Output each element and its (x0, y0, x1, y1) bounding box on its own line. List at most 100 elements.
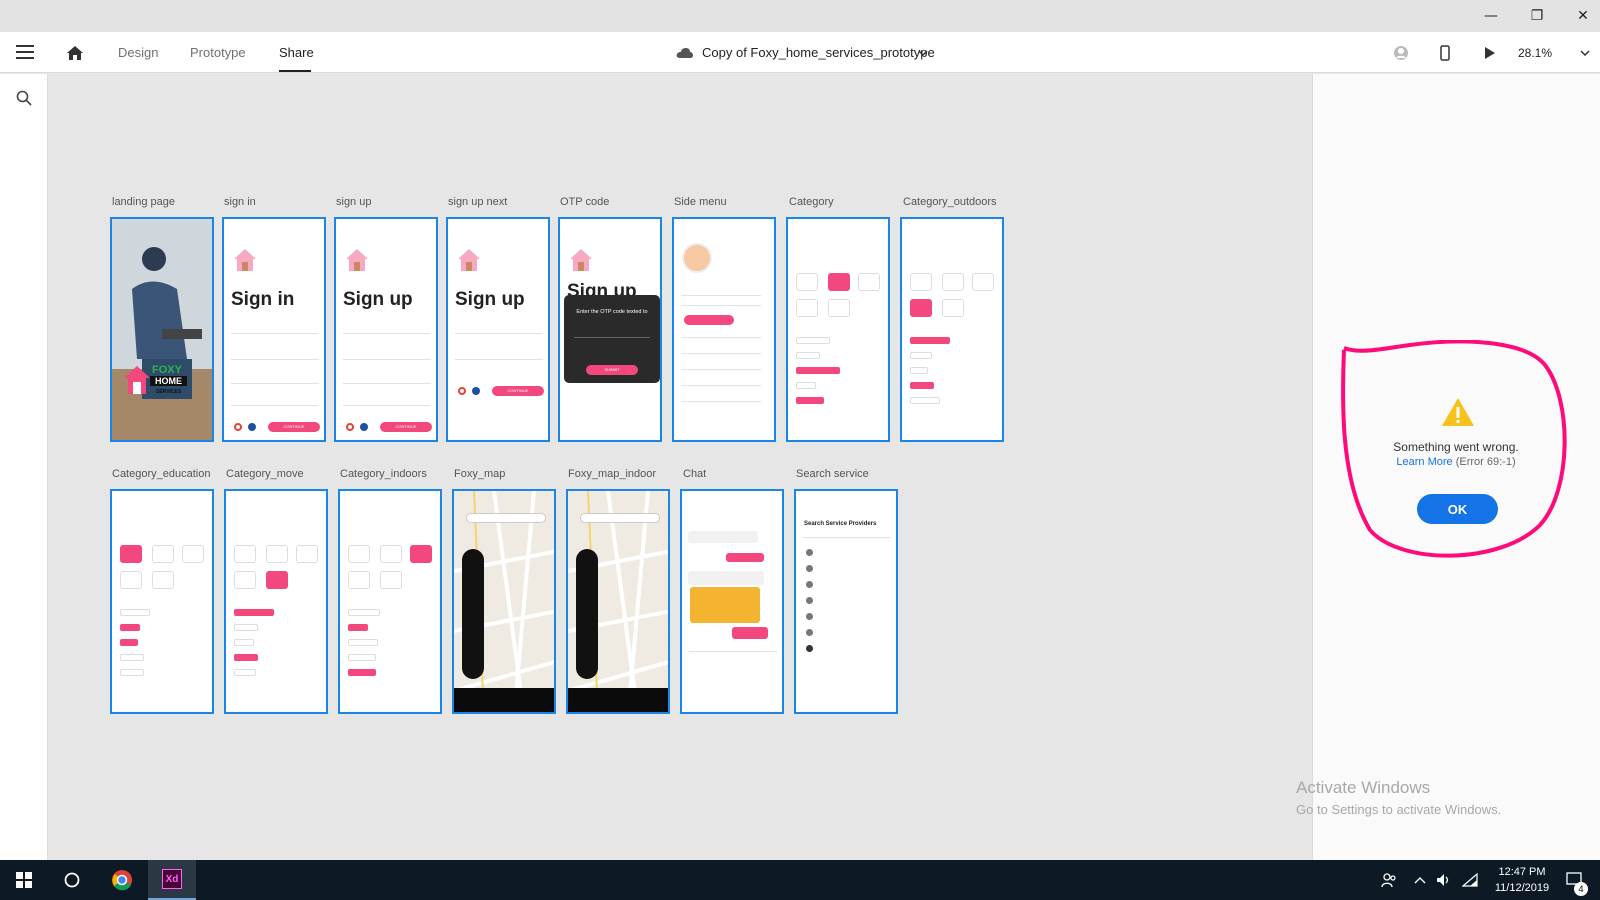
map-search-input[interactable] (580, 513, 660, 523)
home-icon[interactable] (66, 32, 84, 73)
category-tile[interactable] (910, 299, 932, 317)
map-search-input[interactable] (466, 513, 546, 523)
ok-button[interactable]: OK (1417, 494, 1498, 524)
category-tile[interactable] (120, 571, 142, 589)
people-icon[interactable] (1374, 860, 1404, 900)
category-tile[interactable] (348, 571, 370, 589)
option-chip[interactable] (348, 624, 368, 631)
option-chip[interactable] (120, 654, 144, 661)
continue-button[interactable]: CONTINUE (492, 386, 544, 396)
message-input[interactable] (689, 651, 777, 652)
artboard-foxy-map-indoor[interactable] (566, 489, 670, 714)
artboard-chat[interactable] (680, 489, 784, 714)
cortana-icon[interactable] (52, 860, 92, 900)
option-chip[interactable] (910, 337, 950, 344)
category-tile[interactable] (380, 545, 402, 563)
category-tile[interactable] (234, 545, 256, 563)
category-tile[interactable] (152, 571, 174, 589)
category-tile[interactable] (234, 571, 256, 589)
artboard-sign-up-next[interactable]: Sign up CONTINUE (446, 217, 550, 442)
windows-start-icon[interactable] (6, 860, 42, 900)
artboard-category-education[interactable] (110, 489, 214, 714)
artboard-foxy-map[interactable] (452, 489, 556, 714)
category-tile[interactable] (972, 273, 994, 291)
category-tile[interactable] (266, 545, 288, 563)
category-tile[interactable] (120, 545, 142, 563)
option-chip[interactable] (796, 397, 824, 404)
artboard-landing-page[interactable]: FOXY HOME SERVICES (110, 217, 214, 442)
share-user-icon[interactable] (1393, 32, 1409, 73)
category-tile[interactable] (152, 545, 174, 563)
option-chip[interactable] (348, 609, 380, 616)
category-tile[interactable] (410, 545, 432, 563)
category-tile[interactable] (182, 545, 204, 563)
artboard-category-indoors[interactable] (338, 489, 442, 714)
option-chip[interactable] (796, 367, 840, 374)
option-chip[interactable] (910, 367, 928, 374)
artboard-side-menu[interactable] (672, 217, 776, 442)
artboard-category-outdoors[interactable] (900, 217, 1004, 442)
option-chip[interactable] (120, 669, 144, 676)
option-chip[interactable] (910, 382, 934, 389)
wifi-icon[interactable] (1458, 860, 1482, 900)
search-icon[interactable] (16, 90, 32, 111)
category-tile[interactable] (266, 571, 288, 589)
option-chip[interactable] (234, 609, 274, 616)
canvas[interactable] (48, 74, 1312, 860)
minimize-button[interactable]: — (1468, 0, 1514, 32)
artboard-category-move[interactable] (224, 489, 328, 714)
menu-item-active[interactable] (684, 315, 734, 325)
category-tile[interactable] (828, 273, 850, 291)
document-title[interactable]: Copy of Foxy_home_services_prototype (702, 32, 935, 73)
system-clock[interactable]: 12:47 PM 11/12/2019 (1480, 864, 1564, 896)
continue-button[interactable]: CONTINUE (380, 422, 432, 432)
option-chip[interactable] (348, 654, 376, 661)
zoom-level[interactable]: 28.1% (1518, 32, 1552, 73)
category-tile[interactable] (942, 273, 964, 291)
option-chip[interactable] (234, 639, 254, 646)
artboard-search-service[interactable]: Search Service Providers (794, 489, 898, 714)
continue-button[interactable]: CONTINUE (268, 422, 320, 432)
category-tile[interactable] (910, 273, 932, 291)
artboard-sign-in[interactable]: Sign in CONTINUE (222, 217, 326, 442)
category-tile[interactable] (380, 571, 402, 589)
option-chip[interactable] (120, 609, 150, 616)
submit-button[interactable]: SUBMIT (586, 365, 638, 375)
otp-input[interactable] (574, 337, 650, 338)
chevron-up-icon[interactable] (1408, 860, 1432, 900)
option-chip[interactable] (796, 337, 830, 344)
option-chip[interactable] (348, 639, 378, 646)
category-tile[interactable] (796, 299, 818, 317)
tab-share[interactable]: Share (279, 32, 314, 73)
artboard-otp-code[interactable]: Sign up Enter the OTP code texted to SUB… (558, 217, 662, 442)
category-tile[interactable] (858, 273, 880, 291)
artboard-category[interactable] (786, 217, 890, 442)
option-chip[interactable] (234, 624, 258, 631)
zoom-chevron-icon[interactable] (1580, 32, 1590, 73)
option-chip[interactable] (910, 397, 940, 404)
xd-app-icon[interactable]: Xd (148, 860, 196, 900)
option-chip[interactable] (120, 639, 138, 646)
category-tile[interactable] (296, 545, 318, 563)
restore-button[interactable]: ❐ (1514, 0, 1560, 32)
option-chip[interactable] (796, 352, 820, 359)
option-chip[interactable] (796, 382, 816, 389)
volume-icon[interactable] (1432, 860, 1456, 900)
artboard-sign-up[interactable]: Sign up CONTINUE (334, 217, 438, 442)
tab-design[interactable]: Design (118, 32, 158, 73)
chevron-down-icon[interactable] (918, 32, 928, 73)
category-tile[interactable] (828, 299, 850, 317)
search-input[interactable] (803, 537, 891, 538)
learn-more-link[interactable]: Learn More (1396, 456, 1452, 468)
mobile-preview-icon[interactable] (1440, 32, 1450, 73)
tab-prototype[interactable]: Prototype (190, 32, 246, 73)
option-chip[interactable] (120, 624, 140, 631)
close-button[interactable]: ✕ (1560, 0, 1600, 32)
option-chip[interactable] (348, 669, 376, 676)
category-tile[interactable] (796, 273, 818, 291)
category-tile[interactable] (942, 299, 964, 317)
play-icon[interactable] (1484, 32, 1496, 73)
option-chip[interactable] (234, 669, 256, 676)
category-tile[interactable] (348, 545, 370, 563)
chrome-icon[interactable] (102, 860, 142, 900)
